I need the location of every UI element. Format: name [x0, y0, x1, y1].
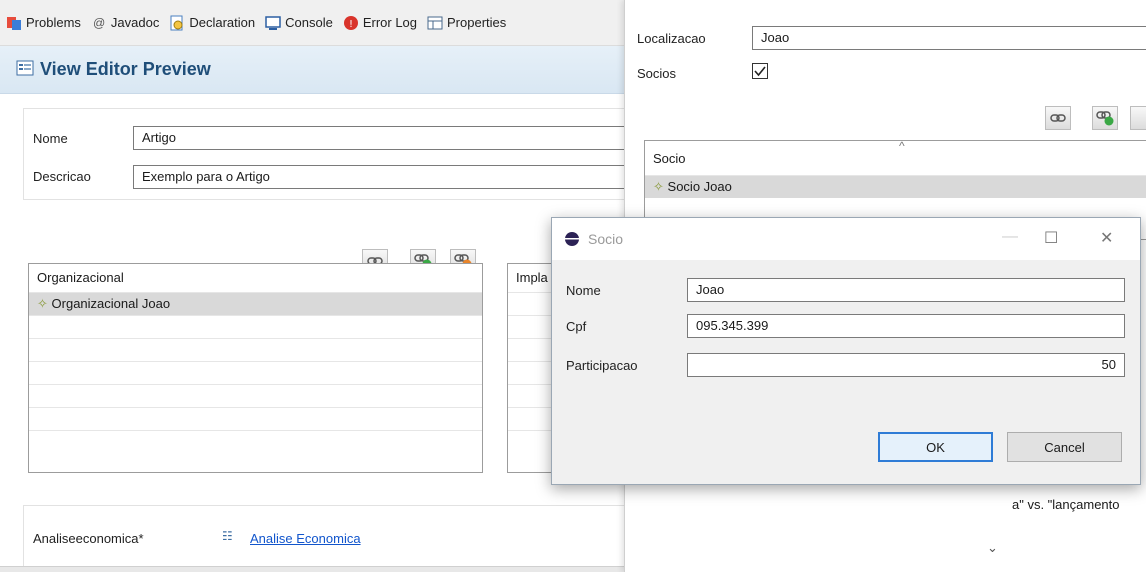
analise-economica-link[interactable]: Analise Economica [250, 531, 361, 546]
socio-link-button[interactable] [1045, 106, 1071, 130]
socio-remove-link-button[interactable] [1130, 106, 1146, 130]
dialog-cpf-field[interactable]: 095.345.399 [687, 314, 1125, 338]
page-title: View Editor Preview [40, 59, 211, 79]
tab-javadoc[interactable]: @ Javadoc [91, 15, 160, 31]
checkmark-icon [754, 66, 766, 77]
error-log-icon: ! [343, 15, 359, 31]
tab-console[interactable]: Console [265, 15, 333, 31]
organizacional-row-label: Organizacional Joao [51, 296, 171, 311]
minimize-icon[interactable]: — [1002, 228, 1018, 246]
eclipse-icon [565, 232, 579, 246]
dialog-participacao-label: Participacao [566, 358, 638, 373]
javadoc-icon: @ [92, 15, 106, 30]
form-icon [16, 60, 34, 79]
dialog-nome-label: Nome [566, 283, 601, 298]
nome-label: Nome [33, 131, 68, 146]
diamond-icon: ✧ [653, 179, 664, 194]
socios-label: Socios [637, 66, 677, 81]
analise-label: Analiseeconomica* [33, 531, 144, 546]
table-row[interactable]: ✧ Organizacional Joao [29, 292, 482, 315]
console-icon [265, 15, 281, 31]
tab-declaration-label: Declaration [189, 15, 256, 30]
table-row-empty [29, 407, 482, 430]
list-icon: ☷ [222, 529, 233, 543]
background-text: a" vs. "lançamento [1012, 497, 1120, 512]
descricao-field[interactable]: Exemplo para o Artigo [133, 165, 633, 189]
table-row-empty [29, 361, 482, 384]
add-link-icon [1096, 111, 1114, 126]
dialog-nome-field[interactable]: Joao [687, 278, 1125, 302]
socio-dialog: Socio — ☐ ✕ Nome Joao Cpf 095.345.399 Pa… [551, 217, 1141, 485]
sort-ascending-icon: ^ [899, 140, 905, 153]
localizacao-label: Localizacao [637, 31, 706, 46]
editor-title-bar: View Editor Preview [0, 46, 625, 94]
tab-problems[interactable]: Problems [6, 15, 81, 31]
tab-javadoc-label: Javadoc [110, 15, 160, 30]
declaration-icon [169, 15, 185, 31]
tab-error-log-label: Error Log [362, 15, 418, 30]
socios-checkbox[interactable] [752, 63, 768, 79]
scroll-down-icon[interactable]: ⌄ [987, 540, 998, 556]
organizacional-header[interactable]: Organizacional [29, 264, 482, 292]
localizacao-field[interactable]: Joao [752, 26, 1146, 50]
tab-properties-label: Properties [447, 15, 507, 30]
maximize-icon[interactable]: ☐ [1044, 228, 1058, 248]
table-row-empty [29, 384, 482, 407]
socio-row-label: Socio Joao [667, 179, 732, 194]
problems-icon [6, 15, 22, 31]
organizacional-table: Organizacional ✧ Organizacional Joao [28, 263, 483, 473]
table-row-empty [29, 338, 482, 361]
view-tab-bar: Problems @ Javadoc Declaration Console !… [0, 0, 625, 46]
table-row[interactable]: ✧ Socio Joao [645, 175, 1146, 198]
svg-text:!: ! [349, 19, 353, 30]
tab-properties[interactable]: Properties [427, 15, 506, 31]
dialog-participacao-field[interactable]: 50 [687, 353, 1125, 377]
close-icon[interactable]: ✕ [1100, 228, 1113, 248]
socio-header[interactable]: Socio [645, 141, 1146, 175]
link-icon [1050, 114, 1066, 122]
tab-declaration[interactable]: Declaration [169, 15, 255, 31]
descricao-label: Descricao [33, 169, 91, 184]
table-row-empty [29, 315, 482, 338]
tab-console-label: Console [285, 15, 333, 30]
ok-button[interactable]: OK [878, 432, 993, 462]
dialog-cpf-label: Cpf [566, 319, 587, 334]
socio-add-link-button[interactable] [1092, 106, 1118, 130]
cancel-button[interactable]: Cancel [1007, 432, 1122, 462]
diamond-icon: ✧ [37, 296, 48, 311]
tab-error-log[interactable]: ! Error Log [343, 15, 417, 31]
nome-field[interactable]: Artigo [133, 126, 633, 150]
properties-icon [427, 15, 443, 31]
table-row-empty [29, 430, 482, 453]
tab-problems-label: Problems [26, 15, 81, 30]
dialog-title: Socio [588, 231, 624, 247]
